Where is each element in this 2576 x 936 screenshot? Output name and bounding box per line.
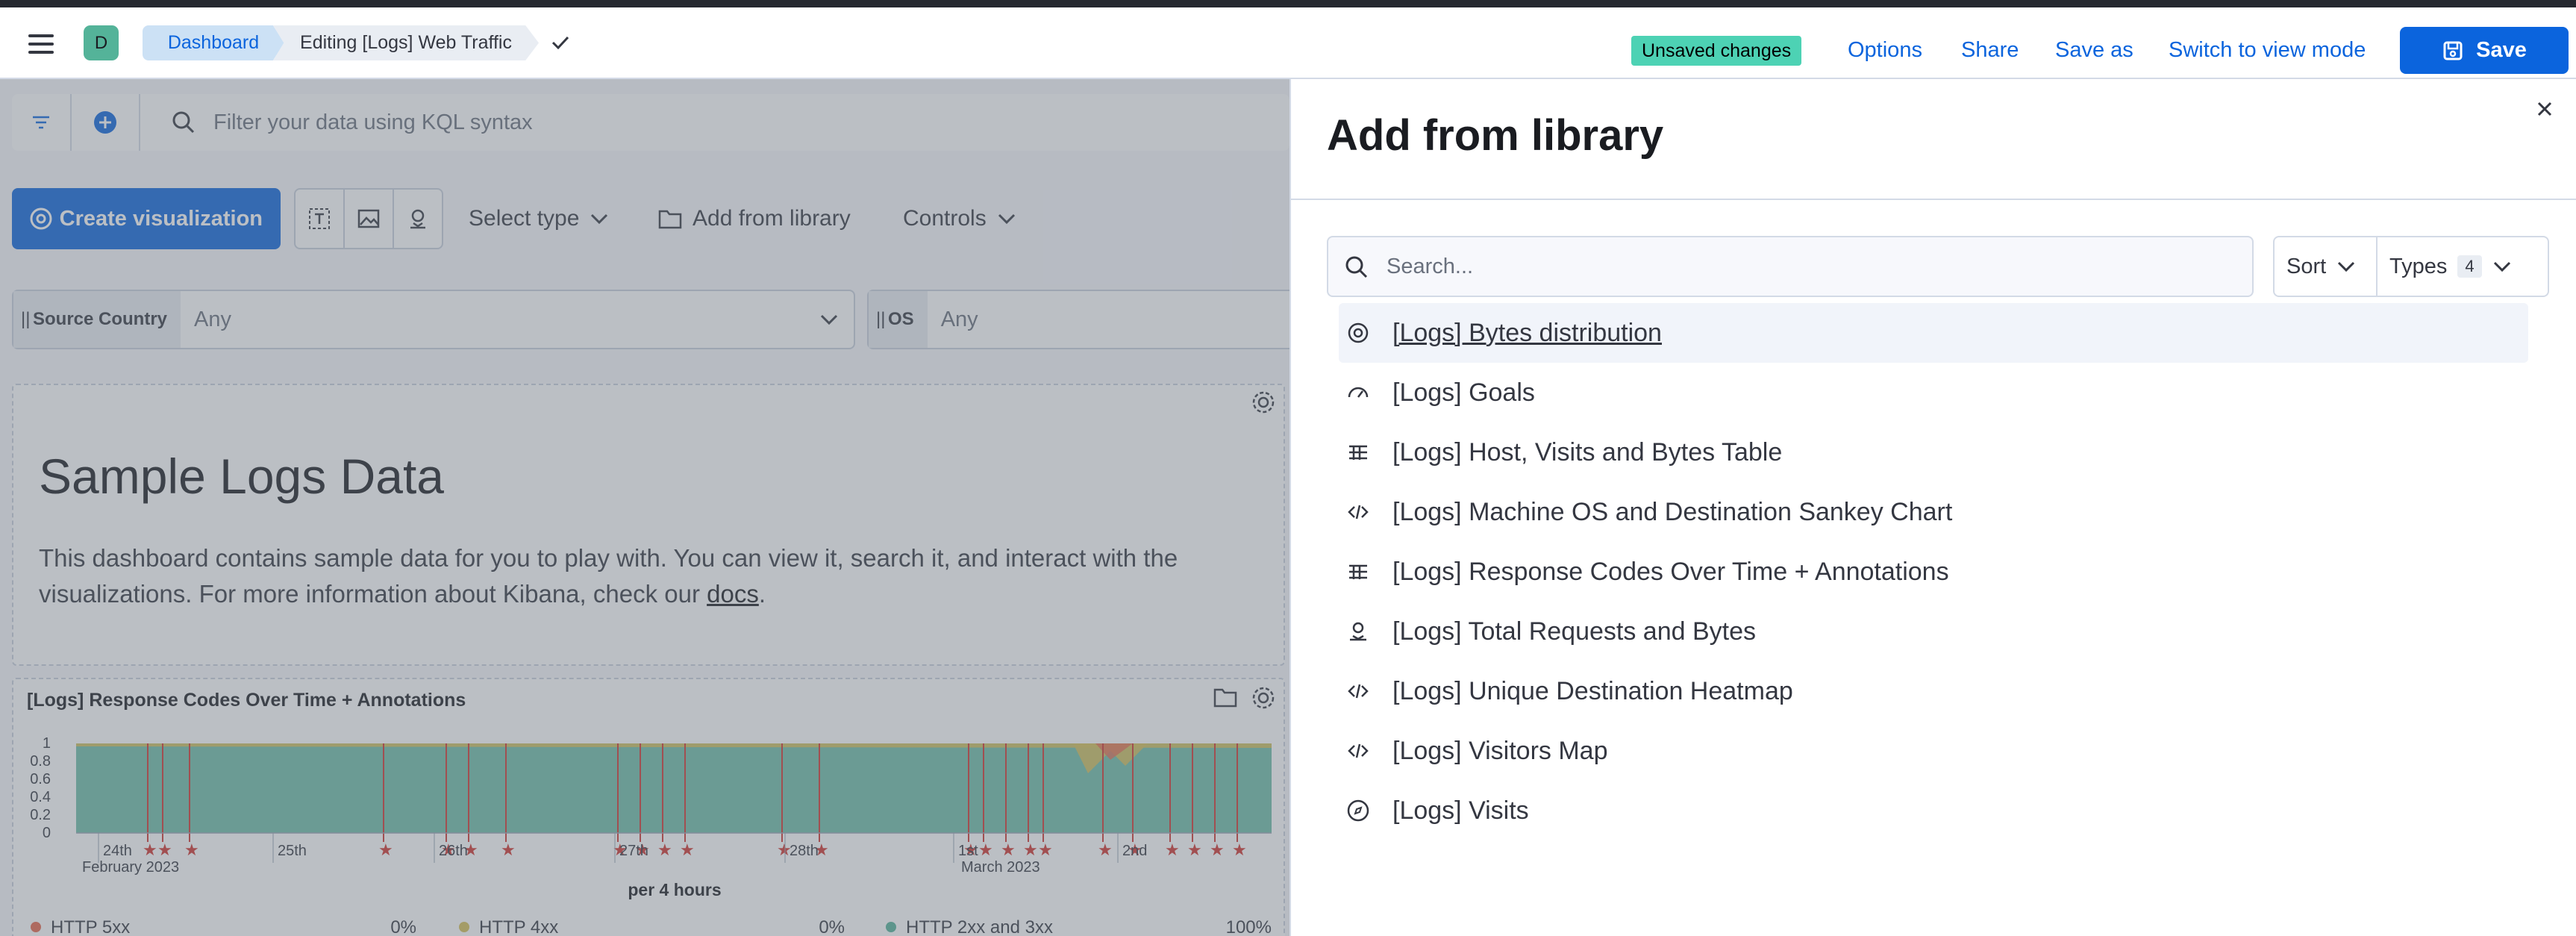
chevron-down-icon [2493, 261, 2510, 272]
lens-icon [1348, 322, 1369, 343]
sort-button[interactable]: Sort [2275, 237, 2378, 296]
top-strip [0, 0, 2576, 7]
flyout-divider [1291, 199, 2576, 200]
compass-icon [1347, 799, 1369, 822]
code-icon [1348, 505, 1369, 520]
types-button[interactable]: Types 4 [2378, 237, 2524, 296]
table-icon [1349, 564, 1367, 579]
flyout-title: Add from library [1327, 111, 1664, 160]
library-item[interactable]: [Logs] Host, Visits and Bytes Table [1339, 422, 2528, 482]
library-item-label: [Logs] Bytes distribution [1392, 318, 1662, 347]
save-label: Save [2476, 38, 2527, 62]
sort-types-group: Sort Types 4 [2273, 236, 2549, 297]
space-avatar[interactable]: D [84, 25, 119, 60]
app-header: D Dashboard Editing [Logs] Web Traffic U… [0, 7, 2576, 79]
share-link[interactable]: Share [1961, 36, 2019, 64]
save-button[interactable]: Save [2400, 27, 2569, 74]
library-item-label: [Logs] Machine OS and Destination Sankey… [1392, 497, 1953, 526]
library-item[interactable]: [Logs] Bytes distribution [1339, 303, 2528, 363]
code-icon [1348, 743, 1369, 758]
check-icon[interactable] [549, 31, 572, 54]
chevron-down-icon [2338, 261, 2355, 272]
library-search-input[interactable]: Search... [1327, 236, 2254, 297]
library-item[interactable]: [Logs] Goals [1339, 363, 2528, 422]
save-icon [2443, 41, 2463, 60]
breadcrumb-current: Editing [Logs] Web Traffic [273, 25, 539, 60]
code-icon [1348, 684, 1369, 699]
library-item-label: [Logs] Unique Destination Heatmap [1392, 676, 1793, 705]
library-item[interactable]: [Logs] Unique Destination Heatmap [1339, 661, 2528, 721]
library-item[interactable]: [Logs] Visits [1339, 781, 2528, 840]
add-from-library-flyout: Add from library Search... Sort Types 4 … [1289, 79, 2576, 936]
library-item-label: [Logs] Visitors Map [1392, 736, 1608, 765]
library-item[interactable]: [Logs] Response Codes Over Time + Annota… [1339, 542, 2528, 602]
library-item-label: [Logs] Visits [1392, 796, 1529, 825]
switch-view-mode-link[interactable]: Switch to view mode [2169, 36, 2366, 64]
close-icon[interactable] [2530, 94, 2560, 124]
library-search-placeholder: Search... [1387, 254, 1474, 278]
search-icon [1345, 256, 1368, 278]
library-item-label: [Logs] Goals [1392, 378, 1535, 407]
flyout-overlay[interactable] [0, 79, 1289, 936]
save-as-link[interactable]: Save as [2055, 36, 2133, 64]
breadcrumb-dashboard[interactable]: Dashboard [143, 25, 284, 60]
gauge-icon [1348, 387, 1369, 398]
unsaved-badge: Unsaved changes [1631, 36, 1802, 66]
library-item[interactable]: [Logs] Machine OS and Destination Sankey… [1339, 482, 2528, 542]
table-icon [1349, 445, 1367, 460]
library-item-label: [Logs] Host, Visits and Bytes Table [1392, 437, 1783, 467]
options-link[interactable]: Options [1848, 36, 1922, 64]
library-item[interactable]: [Logs] Visitors Map [1339, 721, 2528, 781]
library-item-label: [Logs] Total Requests and Bytes [1392, 617, 1757, 646]
library-item-label: [Logs] Response Codes Over Time + Annota… [1392, 557, 1949, 586]
library-list: [Logs] Bytes distribution [Logs] Goals [Lo… [1339, 303, 2528, 840]
library-item[interactable]: [Logs] Total Requests and Bytes [1339, 602, 2528, 661]
map-icon [1350, 622, 1366, 641]
menu-icon[interactable] [28, 34, 54, 54]
types-count: 4 [2457, 255, 2482, 278]
